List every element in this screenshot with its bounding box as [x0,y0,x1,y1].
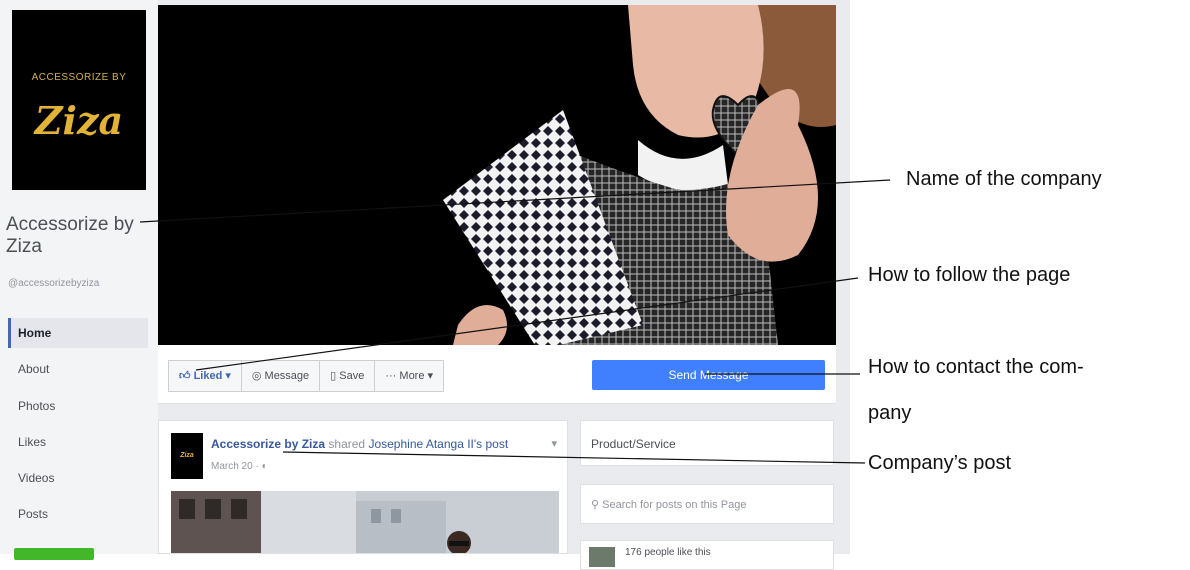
post-date-text: March 20 · [211,461,262,472]
nav-likes[interactable]: Likes [8,427,148,457]
annotation-contact-label-line1: How to contact the com- [868,356,1084,378]
page-action-buttons: 👍︎ Liked ▾ ◎ Message ▯ Save ··· More ▾ [168,360,445,392]
logo-small-text: ACCESSORIZE BY [31,72,127,83]
nav-videos[interactable]: Videos [8,463,148,493]
nav-home[interactable]: Home [8,318,148,348]
nav-posts[interactable]: Posts [8,499,148,529]
left-sidebar: ACCESSORIZE BY Ziza Accessorize by Ziza … [0,0,158,560]
company-post: Ziza Accessorize by Ziza shared Josephin… [158,420,568,554]
post-photo[interactable] [171,491,559,553]
post-date[interactable]: March 20 · ◐ [211,461,268,472]
search-posts-box[interactable]: ⚲ Search for posts on this Page [580,484,834,524]
create-page-button[interactable] [14,548,94,560]
annotation-name-label: Name of the company [906,168,1102,190]
more-label: More ▾ [399,370,434,382]
search-icon: ⚲ [591,499,603,511]
message-label: Message [264,370,310,382]
more-button[interactable]: ··· More ▾ [375,361,443,391]
send-message-button[interactable]: Send Message [592,360,825,390]
save-label: Save [339,370,365,382]
save-button[interactable]: ▯ Save [320,361,376,391]
annotation-follow-label: How to follow the page [868,264,1071,286]
cover-photo-illustration [443,5,836,345]
page-name: Accessorize by Ziza [6,214,134,257]
cover-photo[interactable] [158,5,836,345]
search-posts-input[interactable]: ⚲ Search for posts on this Page [591,498,746,511]
post-shared-text: shared [328,437,366,451]
nav-about[interactable]: About [8,354,148,384]
page-likes-count: 176 people like this [625,547,711,558]
liked-label: Liked ▾ [193,370,231,382]
post-options-chevron-icon[interactable]: ▾ [551,437,557,450]
post-photo-illustration [171,491,559,553]
search-placeholder: Search for posts on this Page [602,499,747,511]
annotation-post-label: Company’s post [868,452,1012,474]
thumbs-up-icon: 👍︎ [179,370,194,382]
post-author-link[interactable]: Accessorize by Ziza [211,437,325,451]
category-box: Product/Service [580,420,834,466]
post-header: Accessorize by Ziza shared Josephine Ata… [211,437,508,451]
globe-icon: ◐ [261,461,268,472]
logo-big-text: Ziza [34,98,124,143]
more-icon: ··· [385,370,400,382]
community-thumbnail [589,547,615,567]
bookmark-icon: ▯ [330,370,340,382]
page-handle[interactable]: @accessorizebyziza [8,278,99,289]
nav-photos[interactable]: Photos [8,391,148,421]
liked-button[interactable]: 👍︎ Liked ▾ [169,361,242,391]
annotation-contact-label-line2: pany [868,402,912,424]
page-profile-picture[interactable]: ACCESSORIZE BY Ziza [12,10,146,190]
post-avatar[interactable]: Ziza [171,433,203,479]
post-shared-link[interactable]: Josephine Atanga II's post [368,437,508,451]
message-button[interactable]: ◎ Message [242,361,321,391]
page-category[interactable]: Product/Service [591,437,676,451]
community-box: 176 people like this [580,540,834,570]
message-icon: ◎ [251,370,265,382]
